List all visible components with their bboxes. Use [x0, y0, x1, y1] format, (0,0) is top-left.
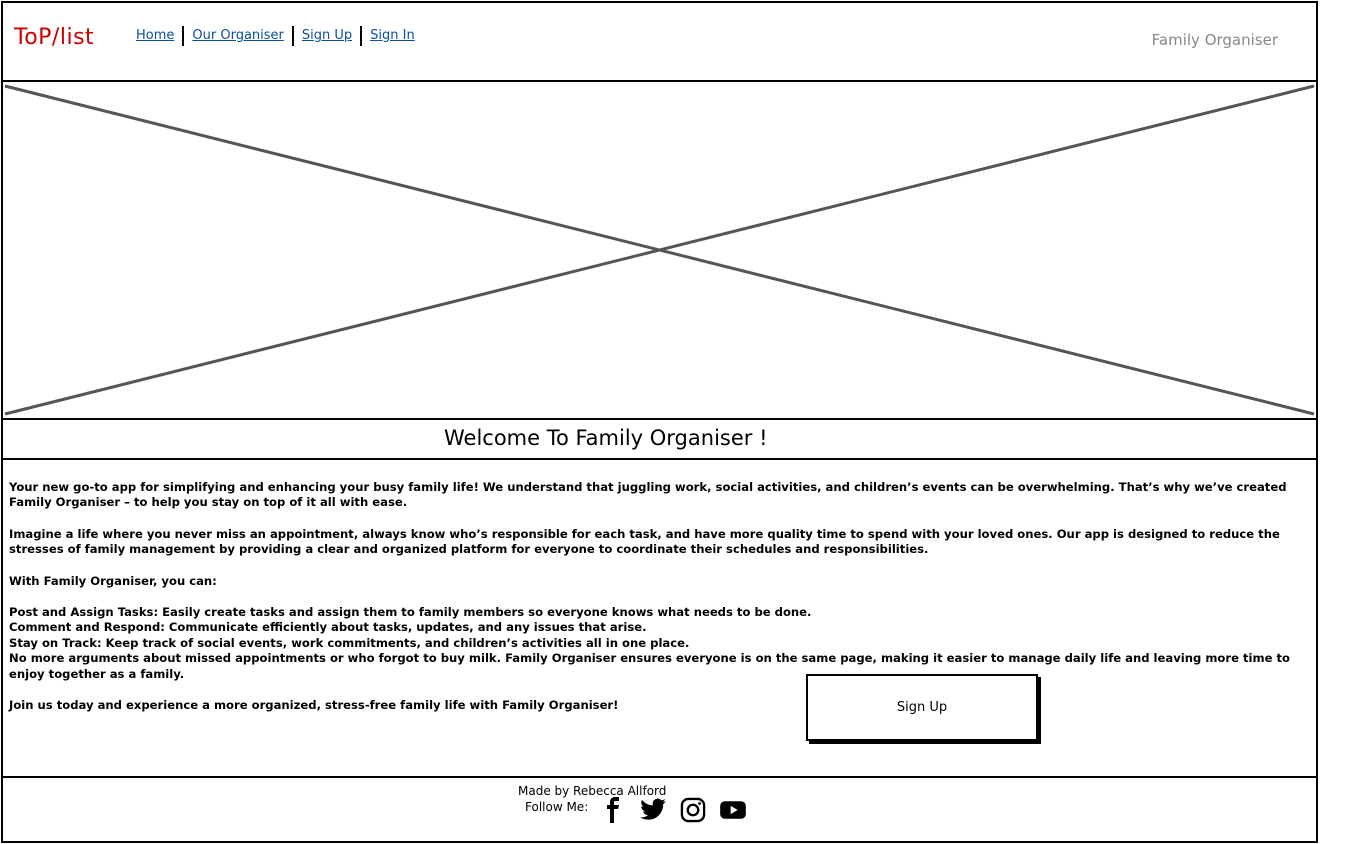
page-title: Welcome To Family Organiser ! [444, 426, 768, 450]
imagine-paragraph: Imagine a life where you never miss an a… [9, 526, 1280, 557]
nav-our-organiser-link[interactable]: Our Organiser [184, 26, 291, 46]
main-nav: Home Our Organiser Sign Up Sign In [136, 26, 423, 46]
image-placeholder-icon [4, 84, 1315, 416]
site-header: ToP/list Home Our Organiser Sign Up Sign… [1, 1, 1318, 82]
nav-sign-up-link[interactable]: Sign Up [294, 26, 360, 46]
main-content: Your new go-to app for simplifying and e… [1, 458, 1318, 778]
youtube-icon[interactable] [719, 796, 747, 824]
nav-sign-in-link[interactable]: Sign In [362, 26, 423, 46]
intro-paragraph: Your new go-to app for simplifying and e… [9, 480, 1287, 510]
join-paragraph: Join us today and experience a more orga… [9, 698, 619, 713]
feature-post-assign: Post and Assign Tasks: Easily create tas… [9, 605, 812, 620]
instagram-icon[interactable] [679, 796, 707, 824]
nav-home-link[interactable]: Home [136, 26, 182, 46]
follow-me-label: Follow Me: [525, 800, 589, 814]
facebook-icon[interactable] [599, 796, 627, 824]
welcome-banner: Welcome To Family Organiser ! [1, 418, 1318, 460]
intro-text-block: Your new go-to app for simplifying and e… [9, 480, 1317, 713]
sign-up-button[interactable]: Sign Up [806, 674, 1038, 741]
feature-comment-respond: Comment and Respond: Communicate efficie… [9, 620, 647, 635]
site-footer: Made by Rebecca Allford Follow Me: [1, 776, 1318, 843]
site-logo[interactable]: ToP/list [14, 25, 94, 50]
brand-name: Family Organiser [1151, 31, 1278, 49]
feature-stay-on-track: Stay on Track: Keep track of social even… [9, 635, 690, 650]
features-heading: With Family Organiser, you can: [9, 573, 217, 588]
hero-image-placeholder [1, 80, 1318, 420]
no-more-paragraph: No more arguments about missed appointme… [9, 651, 1291, 681]
twitter-icon[interactable] [639, 796, 667, 824]
social-links [599, 796, 747, 824]
